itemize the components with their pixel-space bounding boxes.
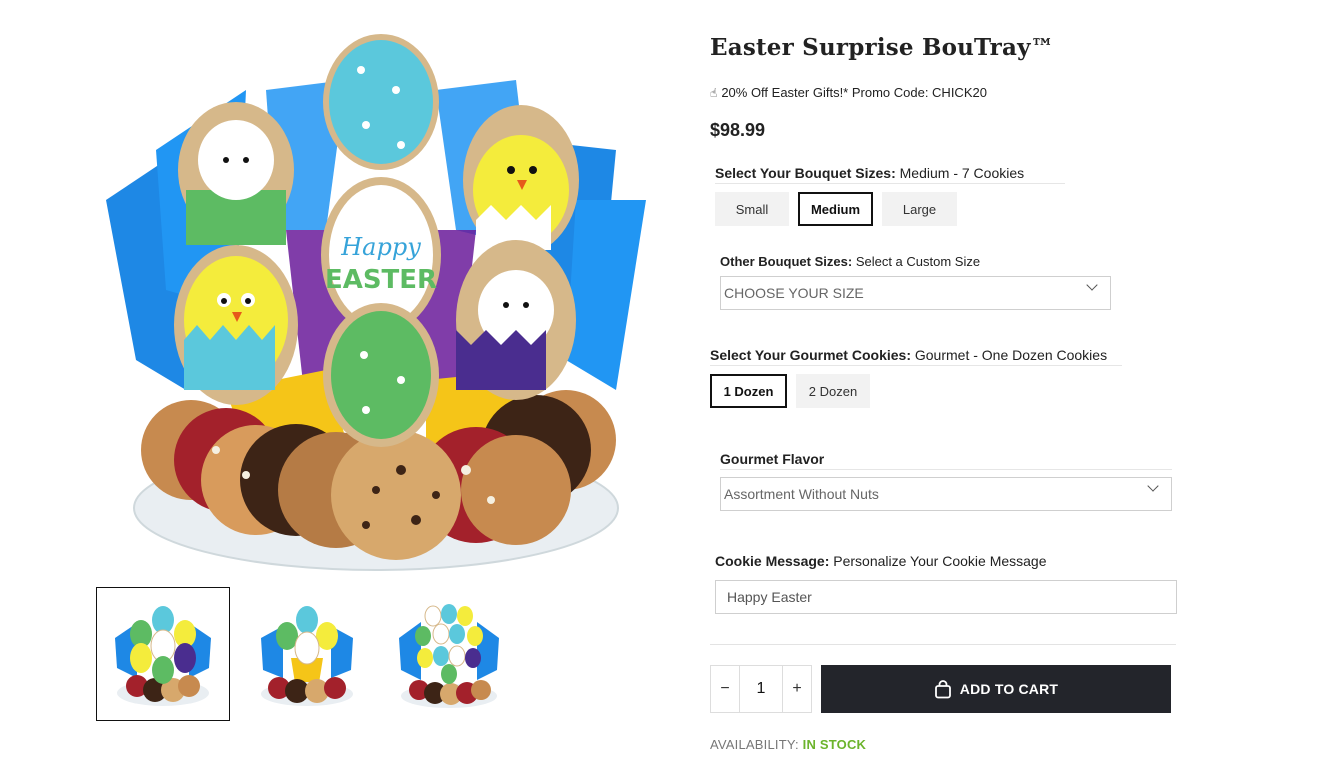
- divider: [710, 644, 1176, 645]
- thumbnail-2[interactable]: [240, 587, 374, 721]
- bouquet-size-label-title: Select Your Bouquet Sizes:: [715, 165, 896, 181]
- chevron-down-icon: [1086, 279, 1098, 291]
- thumbnail-1[interactable]: [96, 587, 230, 721]
- flavor-label-title: Gourmet Flavor: [720, 451, 825, 467]
- promo-banner: ☝ 20% Off Easter Gifts!* Promo Code: CHI…: [710, 85, 987, 100]
- size-option-small[interactable]: Small: [715, 192, 789, 226]
- thumbnail-image-icon: [115, 606, 211, 706]
- increase-quantity-button[interactable]: +: [783, 666, 811, 712]
- message-label-title: Cookie Message:: [715, 553, 830, 569]
- divider: [720, 469, 1172, 470]
- other-size-label-title: Other Bouquet Sizes:: [720, 254, 853, 269]
- cookie-option-1-dozen[interactable]: 1 Dozen: [710, 374, 787, 408]
- cookie-text-easter: EASTER: [325, 265, 437, 295]
- message-value-label: Personalize Your Cookie Message: [833, 553, 1047, 569]
- size-option-large[interactable]: Large: [882, 192, 957, 226]
- divider: [715, 183, 1065, 184]
- quantity-stepper: − 1 +: [710, 665, 812, 713]
- flavor-select-value: Assortment Without Nuts: [724, 486, 879, 502]
- thumbnail-3[interactable]: [382, 587, 516, 721]
- thumbnail-image-icon: [399, 604, 499, 708]
- cookies-label-title: Select Your Gourmet Cookies:: [710, 347, 911, 363]
- thumbnail-image-icon: [261, 606, 353, 706]
- decrease-quantity-button[interactable]: −: [711, 666, 739, 712]
- divider: [710, 365, 1122, 366]
- cookies-value: Gourmet - One Dozen Cookies: [914, 347, 1108, 363]
- availability: AVAILABILITY: IN STOCK: [710, 737, 866, 752]
- shopping-bag-icon: [934, 679, 951, 698]
- cookie-text-happy: Happy: [340, 233, 421, 261]
- availability-status: IN STOCK: [802, 737, 867, 752]
- availability-label: AVAILABILITY:: [710, 737, 799, 752]
- size-option-medium[interactable]: Medium: [798, 192, 873, 226]
- add-to-cart-button[interactable]: ADD TO CART: [821, 665, 1171, 713]
- custom-size-select[interactable]: CHOOSE YOUR SIZE: [720, 276, 1111, 310]
- other-size-label: Other Bouquet Sizes: Select a Custom Siz…: [720, 254, 980, 269]
- message-label: Cookie Message: Personalize Your Cookie …: [715, 553, 1047, 569]
- product-price: $98.99: [710, 120, 766, 140]
- cookie-message-input[interactable]: [715, 580, 1177, 614]
- chevron-down-icon: [1147, 480, 1159, 492]
- bouquet-size-label: Select Your Bouquet Sizes: Medium - 7 Co…: [715, 165, 1024, 181]
- promo-text: 20% Off Easter Gifts!* Promo Code: CHICK…: [721, 85, 987, 100]
- flavor-select[interactable]: Assortment Without Nuts: [720, 477, 1172, 511]
- custom-size-select-value: CHOOSE YOUR SIZE: [724, 285, 864, 301]
- cookie-option-2-dozen[interactable]: 2 Dozen: [796, 374, 870, 408]
- quantity-value[interactable]: 1: [739, 666, 783, 712]
- bouquet-size-value: Medium - 7 Cookies: [899, 165, 1025, 181]
- flavor-label: Gourmet Flavor: [720, 451, 824, 467]
- product-main-image[interactable]: Happy EASTER: [96, 30, 656, 580]
- add-to-cart-label: ADD TO CART: [959, 681, 1059, 697]
- other-size-value: Select a Custom Size: [855, 254, 981, 269]
- cookies-label: Select Your Gourmet Cookies: Gourmet - O…: [710, 347, 1107, 363]
- product-title: Easter Surprise BouTray™: [710, 34, 1054, 61]
- cookie-bouquet-image: Happy EASTER: [106, 34, 646, 571]
- hand-icon: ☝: [710, 85, 718, 100]
